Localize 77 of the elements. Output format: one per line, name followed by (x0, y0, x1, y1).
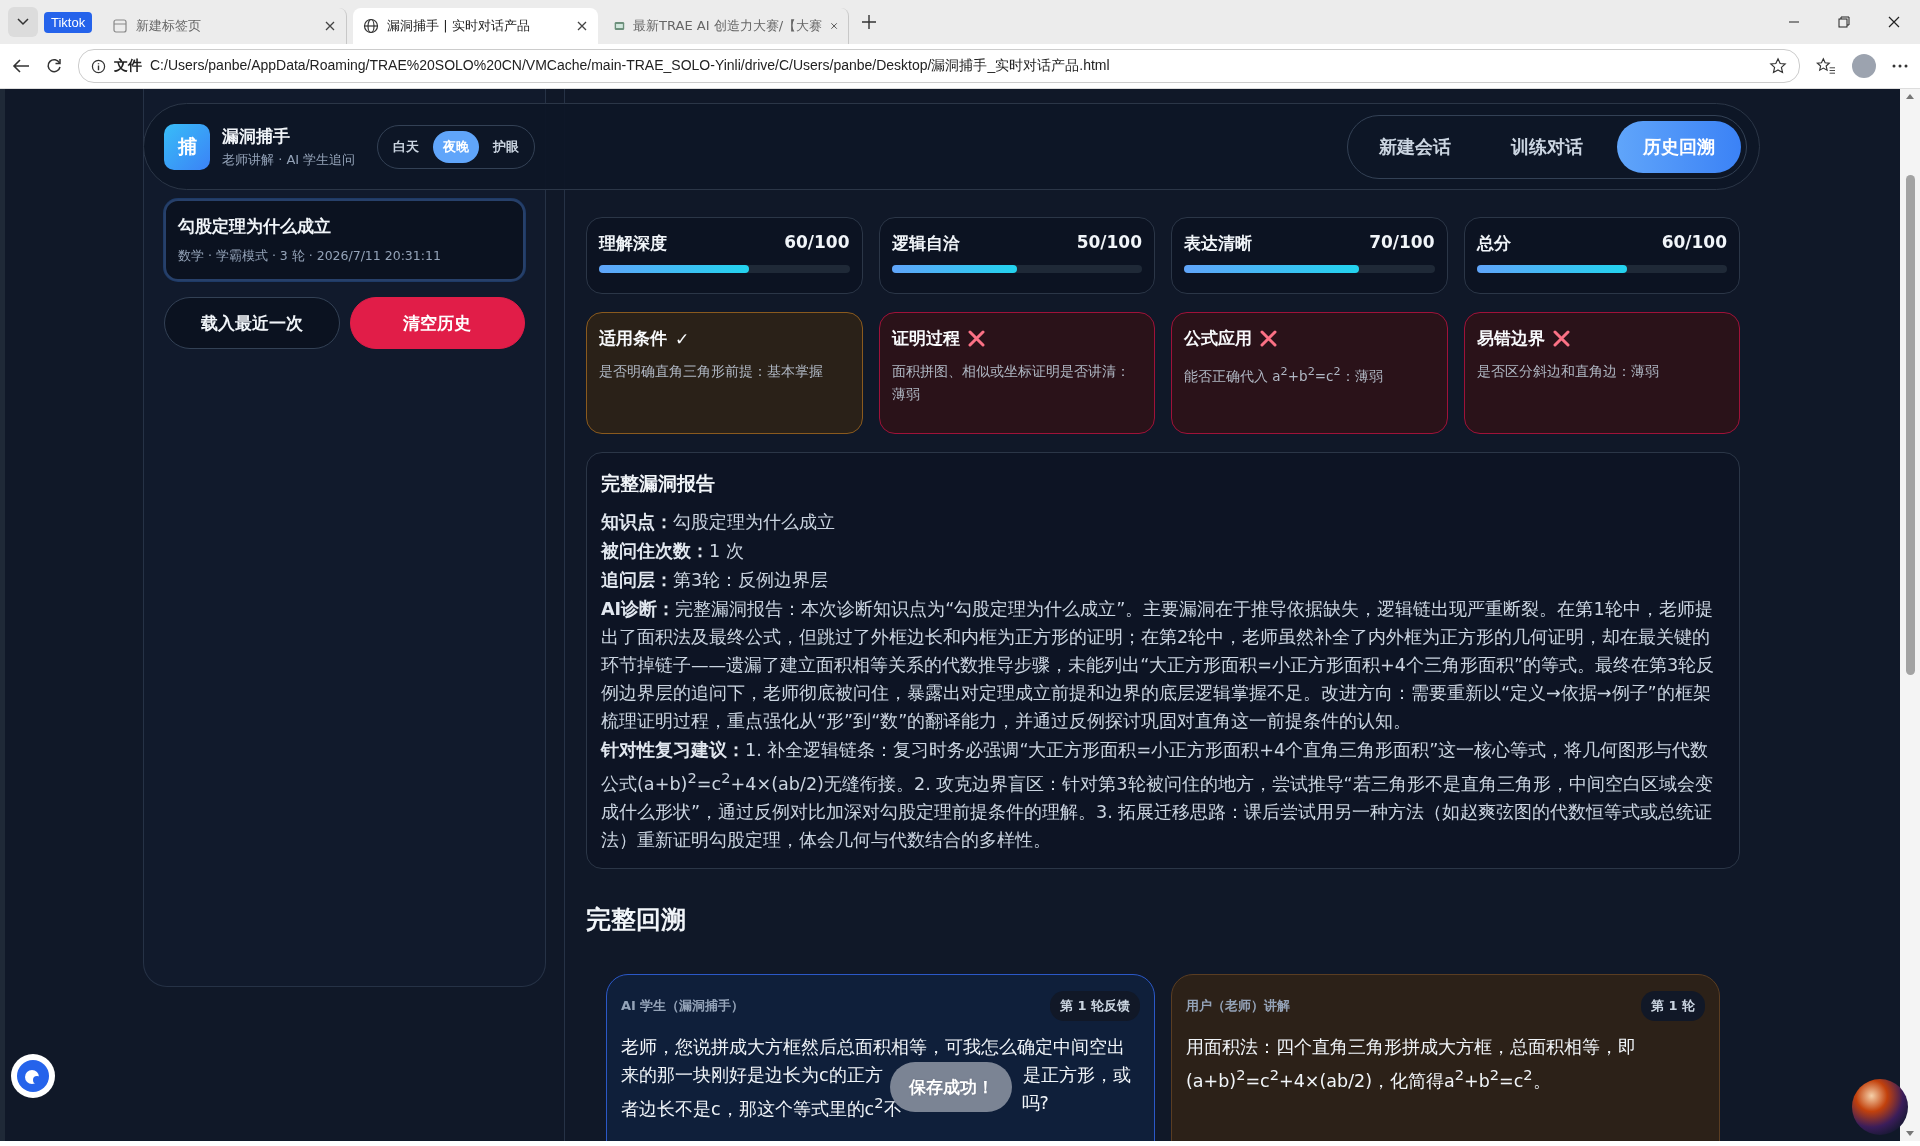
cross-icon (1552, 330, 1570, 347)
restore-icon[interactable] (1838, 16, 1850, 28)
report-paragraph: 追问层：第3轮：反例边界层 (601, 569, 830, 592)
new-tab-icon[interactable] (861, 14, 878, 30)
info-icon (91, 58, 106, 74)
cross-icon (967, 330, 985, 347)
check-detail: 是否区分斜边和直角边：薄弱 (1476, 362, 1660, 381)
cross-icon (1260, 330, 1277, 347)
scrollbar[interactable] (1900, 89, 1920, 1141)
message-role: AI 学生（漏洞捕手） (621, 996, 745, 1015)
score-value: 50/100 (1076, 232, 1142, 254)
app-subtitle: 老师讲解 · AI 学生追问 (222, 150, 356, 169)
session-meta: 数学 · 学霸模式 · 3 轮 · 2026/7/11 20:31:11 (178, 248, 442, 265)
app-logo: 捕 (164, 123, 210, 170)
favorites-icon[interactable] (1816, 57, 1836, 75)
round-badge: 第 1 轮 (1640, 990, 1705, 1021)
reload-icon[interactable] (46, 58, 62, 74)
tab-group-label[interactable]: Tiktok (44, 11, 93, 33)
load-recent-button[interactable]: 载入最近一次 (164, 297, 340, 349)
check-detail: 是否明确直角三角形前提：基本掌握 (599, 362, 824, 381)
close-tab-icon[interactable] (830, 20, 839, 32)
score-label: 总分 (1476, 232, 1511, 255)
close-tab-icon[interactable] (324, 20, 337, 32)
check-detail: 能否正确代入 a$^{2}$+b$^{2}$=c$^{2}$：薄弱 (1184, 364, 1384, 386)
score-label: 表达清晰 (1184, 232, 1252, 255)
tab-list-icon[interactable] (17, 18, 29, 26)
check-detail: 面积拼图、相似或坐标证明是否讲清：薄弱 (891, 362, 1131, 404)
browser-tab[interactable]: 最新TRAE AI 创造力大赛/【大赛 (604, 8, 850, 44)
close-tab-icon[interactable] (576, 20, 589, 32)
theme-option[interactable]: 护眼 (483, 130, 530, 163)
message-text: 老师，您说拼成大方框然后总面积相等，可我怎么确定中间空出 (621, 1035, 1125, 1059)
report-paragraph: AI诊断：完整漏洞报告：本次诊断知识点为“勾股定理为什么成立”。主要漏洞在于推导依据缺失，逻辑链出现严重断裂。在第1轮中，老师提出了面积法及最终公式，但跳过了外框边长和内框为正方形的证明；在第2轮中，老师虽然补全了内外框为正方形的几何证明，却在最关键的环节掉链子——遗漏了建立面积相等关系的代数推导步骤，未能列出“大正方形面积=小正方形面积+4个三角形面积”的等式。最终在第3轮反例边界层的追问下，老师彻底被问住，暴露出对定理成立前提和边界的底层逻辑掌握不足。改进方向：需要重新以“定义→依据→例子”的框架梳理证明过程，重点强化从“形”到“数”的翻译能力，并通过反例探讨巩固对直角这一前提条件的认知。 (601, 598, 1716, 733)
message-text: 吗? (1021, 1091, 1049, 1115)
message-text: 用面积法：四个直角三角形拼成大方框，总面积相等，即 (1186, 1035, 1636, 1059)
check-mark: ✓ (675, 328, 690, 349)
orb-icon[interactable] (1850, 1077, 1910, 1137)
section-title: 完整回溯 (586, 903, 687, 936)
report-paragraph: 针对性复习建议：1. 补全逻辑链条：复习时务必强调“大正方形面积=小正方形面积+4个直角三角形面积”这一核心等式，将几何图形与代数公式(a+b)$^{2}$=c$^{2}$+4×(ab/2)无缝衔接。2. 攻克边界盲区：针对第3轮被问住的地方，尝试推导“若三角形不是直角三角形，中间空白区域会变成什么形状”，通过反例对比加深对勾股定理前提条件的理解。3. 拓展迁移思路：课后尝试用另一种方法（如赵爽弦图的代数恒等式或总统证法）重新证明勾股定理，体会几何与代数结合的多样性。 (601, 739, 1714, 852)
report-title: 完整漏洞报告 (601, 471, 716, 496)
address-bar[interactable]: 文件 C:/Users/panbe/AppData/Roaming/TRAE%20SOLO%20CN/VMCache/main-TRAE_SOLO-Yinli/drive/C/Users/panbe/Desktop/漏洞捕手_实时对话产品.html (78, 49, 1800, 83)
message-text: 来的那一块刚好是边长为c的正方 (621, 1063, 883, 1087)
check-title: 证明过程 (891, 327, 960, 350)
page-icon (112, 18, 129, 34)
check-title: 公式应用 (1184, 327, 1252, 350)
back-icon[interactable] (12, 58, 30, 74)
message-role: 用户（老师）讲解 (1186, 996, 1290, 1015)
round-badge: 第 1 轮反馈 (1049, 990, 1140, 1021)
app-title: 漏洞捕手 (222, 124, 291, 148)
nav-tab[interactable]: 新建会话 (1353, 120, 1477, 173)
check-title: 易错边界 (1476, 327, 1545, 350)
score-value: 60/100 (784, 232, 850, 254)
session-card[interactable]: 勾股定理为什么成立 数学 · 学霸模式 · 3 轮 · 2026/7/11 20:31:11 (164, 199, 525, 281)
score-value: 60/100 (1661, 232, 1727, 254)
nav-tab[interactable]: 训练对话 (1485, 120, 1609, 173)
message-text: 是正方形，或 (1022, 1063, 1131, 1087)
scroll-down-icon[interactable] (1906, 1131, 1914, 1137)
message-text: (a+b)$^{2}$=c$^{2}$+4×(ab/2)，化简得a$^{2}$+b$^{2}$=c$^{2}$。 (1186, 1064, 1551, 1093)
url-text: C:/Users/panbe/AppData/Roaming/TRAE%20SOLO%20CN/VMCache/main-TRAE_SOLO-Yinli/drive/C/Users/panbe/Desktop/漏洞捕手_实时对话产品.html (150, 57, 1111, 75)
scrollbar-thumb[interactable] (1905, 175, 1915, 675)
clear-history-button[interactable]: 清空历史 (349, 297, 525, 349)
score-label: 理解深度 (599, 232, 667, 255)
address-label: 文件 (114, 57, 142, 75)
star-icon[interactable] (1769, 57, 1787, 75)
session-title: 勾股定理为什么成立 (178, 215, 332, 238)
scroll-up-icon[interactable] (1906, 93, 1914, 99)
report-paragraph: 知识点：勾股定理为什么成立 (601, 511, 836, 534)
check-title: 适用条件 (599, 327, 667, 350)
theme-option[interactable]: 白天 (383, 130, 430, 163)
globe-icon (363, 18, 380, 34)
browser-tab[interactable]: 新建标签页 (102, 8, 348, 44)
report-paragraph: 被问住次数：1 次 (601, 540, 745, 563)
close-icon[interactable] (1888, 16, 1900, 28)
more-icon[interactable] (1892, 64, 1908, 68)
score-label: 逻辑自洽 (891, 232, 960, 255)
score-value: 70/100 (1369, 232, 1435, 254)
assistant-icon[interactable] (10, 1053, 56, 1099)
browser-tab[interactable]: 漏洞捕手 | 实时对话产品 (353, 8, 599, 44)
